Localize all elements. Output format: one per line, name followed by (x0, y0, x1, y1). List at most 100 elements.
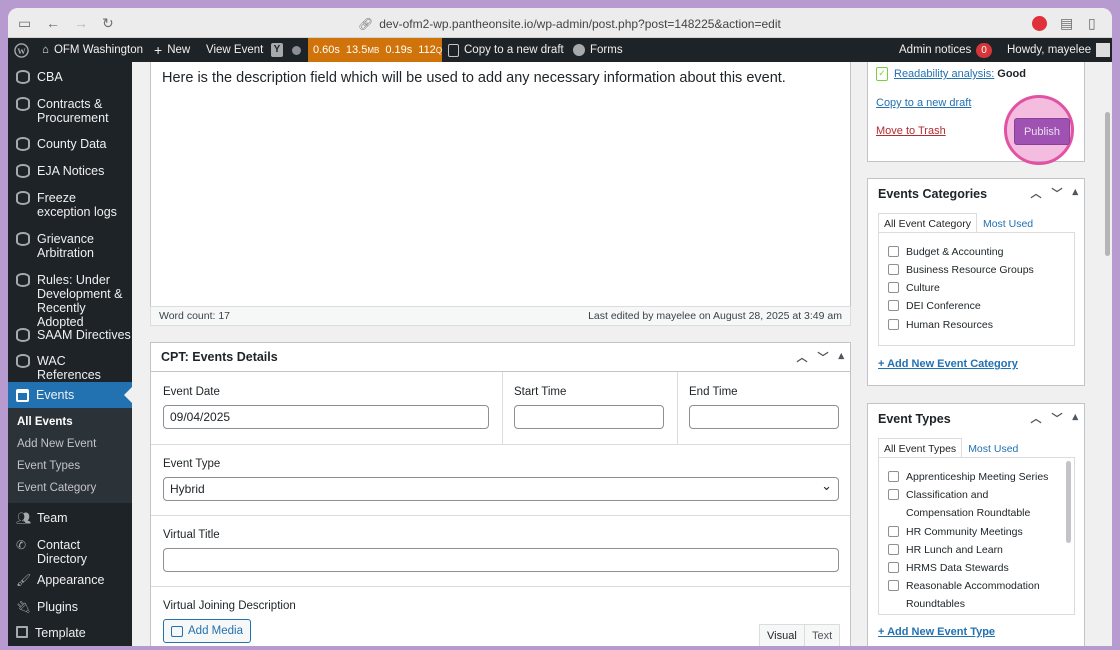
start-time-input[interactable] (514, 405, 664, 429)
admin-sidebar: CBA Contracts & Procurement County Data … (8, 62, 132, 646)
sidebar-item-label: Contracts & Procurement (37, 97, 109, 125)
publish-button[interactable]: Publish (1014, 118, 1070, 145)
admin-notices-label: Admin notices (899, 44, 972, 56)
move-up-icon[interactable]: ︿ (796, 349, 807, 365)
sidebar-item-team[interactable]: 👥︎ Team (8, 511, 132, 525)
copy-icon (448, 43, 459, 57)
end-time-input[interactable] (689, 405, 839, 429)
submenu-event-category[interactable]: Event Category (8, 482, 132, 494)
sidebar-item-county-data[interactable]: County Data (8, 137, 132, 151)
event-date-input[interactable]: 09/04/2025 (163, 405, 489, 429)
sidebar-item-wac[interactable]: WAC References (8, 354, 132, 382)
database-icon (16, 97, 30, 111)
view-event-link[interactable]: View Event (206, 38, 263, 62)
sidebar-item-plugins[interactable]: 🔌︎ Plugins (8, 600, 132, 614)
wordpress-logo-icon[interactable]: W (14, 38, 29, 62)
add-new-type-link[interactable]: + Add New Event Type (878, 626, 995, 638)
cpt-events-details-box: CPT: Events Details ︿ ﹀ ▴ Event Date 09/… (150, 342, 851, 646)
move-up-icon[interactable]: ︿ (1030, 410, 1041, 426)
description-editor[interactable]: Here is the description field which will… (150, 62, 851, 326)
copy-to-draft-link[interactable]: Copy to a new draft (876, 97, 971, 109)
category-checkbox[interactable]: Business Resource Groups (888, 261, 1034, 279)
submenu-add-new-event[interactable]: Add New Event (8, 438, 132, 450)
reload-icon[interactable]: ↻ (102, 15, 114, 31)
sidebar-item-cba[interactable]: CBA (8, 70, 132, 84)
move-up-icon[interactable]: ︿ (1030, 185, 1041, 201)
sidebar-item-template[interactable]: Template (8, 626, 132, 640)
sidebar-item-saam[interactable]: SAAM Directives (8, 328, 132, 342)
add-media-button[interactable]: Add Media (163, 619, 251, 643)
types-scrollbar[interactable] (1066, 461, 1071, 543)
category-checkbox[interactable]: Culture (888, 279, 940, 297)
svg-text:W: W (17, 45, 26, 55)
event-type-select[interactable]: Hybrid (163, 477, 839, 501)
sidebar-item-events[interactable]: Events (8, 382, 132, 408)
type-checkbox[interactable]: Reasonable Accommodation Roundtables (888, 577, 1066, 613)
extension-icon[interactable] (1032, 16, 1047, 31)
category-label: Human Resources (906, 319, 993, 331)
divider (502, 372, 503, 444)
description-text: Here is the description field which will… (162, 70, 786, 86)
move-down-icon[interactable]: ﹀ (817, 349, 828, 365)
category-checkbox[interactable]: Human Resources (888, 316, 993, 334)
sidebar-item-grievance[interactable]: Grievance Arbitration (8, 232, 108, 260)
split-view-icon[interactable]: ▯ (1088, 15, 1096, 31)
back-icon[interactable]: ← (46, 15, 60, 31)
calendar-icon (16, 388, 29, 402)
yoast-icon[interactable]: Y (271, 38, 283, 62)
reader-icon[interactable]: ▤ (1060, 15, 1073, 31)
database-icon (16, 232, 30, 246)
submenu-all-events[interactable]: All Events (8, 416, 132, 428)
categories-checklist: Budget & Accounting Business Resource Gr… (878, 232, 1075, 346)
tab-visual[interactable]: Visual (759, 624, 805, 646)
new-content-link[interactable]: + New (154, 38, 190, 62)
collapse-icon[interactable]: ▴ (1072, 410, 1078, 426)
type-checkbox[interactable]: HR Lunch and Learn (888, 541, 1003, 559)
virtual-title-input[interactable] (163, 548, 839, 572)
cpt-box-title: CPT: Events Details (161, 350, 278, 364)
admin-notices-link[interactable]: Admin notices 0 (899, 38, 992, 62)
sidebar-item-appearance[interactable]: 🖌︎ Appearance (8, 573, 132, 587)
query-monitor-stats[interactable]: 0.60s 13.5MB 0.19s 112Q (308, 38, 442, 62)
virtual-joining-label: Virtual Joining Description (163, 600, 296, 612)
perf-queries-value: 112 (418, 44, 436, 56)
forward-icon[interactable]: → (74, 15, 88, 31)
notice-count-badge: 0 (976, 42, 992, 58)
category-checkbox[interactable]: DEI Conference (888, 297, 981, 315)
site-name: OFM Washington (53, 44, 143, 56)
sidebar-item-label: Contact Directory (37, 538, 88, 566)
sidebar-item-rules[interactable]: Rules: Under Development & Recently Adop… (8, 273, 130, 329)
categories-title: Events Categories (878, 186, 988, 201)
sidebar-toggle-icon[interactable]: ▭ (18, 15, 31, 31)
sidebar-item-eja-notices[interactable]: EJA Notices (8, 164, 132, 178)
sidebar-item-contracts[interactable]: Contracts & Procurement (8, 97, 118, 125)
divider (677, 372, 678, 444)
forms-link[interactable]: Forms (573, 38, 623, 62)
sidebar-item-freeze-logs[interactable]: Freeze exception logs (8, 191, 126, 219)
tab-text[interactable]: Text (804, 624, 841, 646)
copy-draft-label: Copy to a new draft (464, 44, 564, 56)
category-label: DEI Conference (906, 300, 981, 312)
move-down-icon[interactable]: ﹀ (1051, 410, 1062, 426)
type-checkbox[interactable]: HRMS Data Stewards (888, 559, 1009, 577)
readability-link[interactable]: Readability analysis: (894, 68, 994, 80)
copy-draft-adminbar-link[interactable]: Copy to a new draft (448, 38, 564, 62)
account-menu[interactable]: Howdy, mayelee (1007, 38, 1111, 62)
sidebar-item-label: Grievance Arbitration (37, 232, 94, 260)
collapse-icon[interactable]: ▴ (1072, 185, 1078, 201)
add-new-category-link[interactable]: + Add New Event Category (878, 358, 1018, 370)
submenu-event-types[interactable]: Event Types (8, 460, 132, 472)
type-checkbox[interactable]: Classification and Compensation Roundtab… (888, 486, 1058, 522)
page-scrollbar-thumb[interactable] (1105, 112, 1110, 256)
database-icon (16, 273, 30, 287)
sidebar-item-contact-directory[interactable]: ✆ Contact Directory (8, 538, 132, 566)
move-down-icon[interactable]: ﹀ (1051, 185, 1062, 201)
address-bar[interactable]: 🔗︎ dev-ofm2-wp.pantheonsite.io/wp-admin/… (358, 15, 781, 33)
move-to-trash-link[interactable]: Move to Trash (876, 125, 946, 137)
type-checkbox[interactable]: Apprenticeship Meeting Series (888, 468, 1048, 486)
category-checkbox[interactable]: Budget & Accounting (888, 243, 1004, 261)
view-event-label: View Event (206, 44, 264, 56)
collapse-icon[interactable]: ▴ (838, 349, 844, 365)
type-checkbox[interactable]: HR Community Meetings (888, 523, 1023, 541)
site-name-link[interactable]: ⌂ OFM Washington (42, 38, 143, 62)
